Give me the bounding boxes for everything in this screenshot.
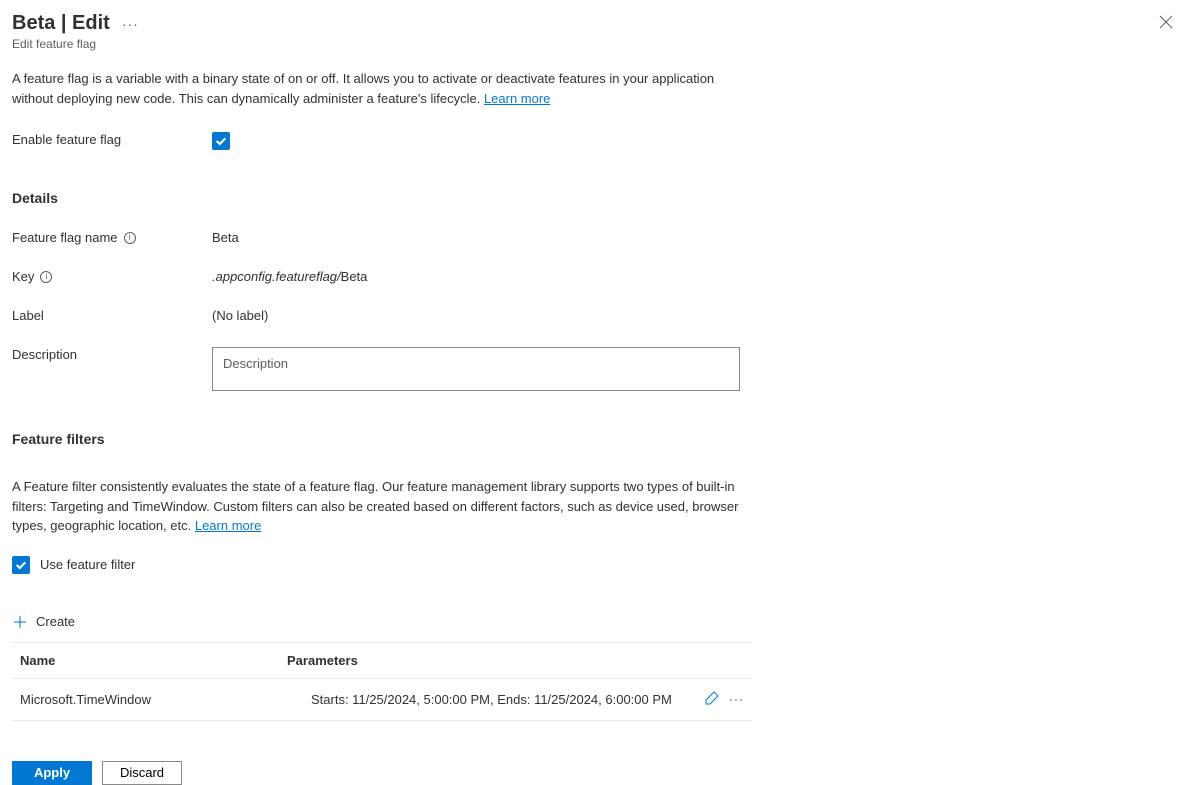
col-params-header: Parameters xyxy=(287,653,692,668)
table-header: Name Parameters xyxy=(12,642,752,679)
plus-icon xyxy=(12,614,28,630)
description-label: Description xyxy=(12,347,77,362)
flag-name-label: Feature flag name xyxy=(12,230,118,245)
row-more-icon[interactable]: ··· xyxy=(729,692,744,706)
filters-intro-body: A Feature filter consistently evaluates … xyxy=(12,479,738,533)
details-heading: Details xyxy=(12,190,1180,206)
key-suffix: Beta xyxy=(341,269,368,284)
apply-button[interactable]: Apply xyxy=(12,761,92,785)
page-subtitle: Edit feature flag xyxy=(12,37,1180,51)
flag-name-value: Beta xyxy=(212,230,239,245)
learn-more-link[interactable]: Learn more xyxy=(484,91,550,106)
enable-flag-label: Enable feature flag xyxy=(12,132,212,147)
filters-table: Name Parameters Microsoft.TimeWindow Sta… xyxy=(12,642,752,721)
more-icon[interactable]: ··· xyxy=(122,16,139,32)
edit-icon[interactable] xyxy=(705,691,719,708)
close-icon[interactable] xyxy=(1156,12,1176,32)
filter-row-params: Starts: 11/25/2024, 5:00:00 PM, Ends: 11… xyxy=(287,692,692,707)
page-title: Beta | Edit xyxy=(12,12,110,35)
create-filter-label: Create xyxy=(36,614,75,629)
description-input[interactable] xyxy=(212,347,740,391)
filters-intro: A Feature filter consistently evaluates … xyxy=(12,477,752,536)
label-value: (No label) xyxy=(212,308,268,323)
col-name-header: Name xyxy=(12,653,287,668)
label-label: Label xyxy=(12,308,44,323)
filter-row-name: Microsoft.TimeWindow xyxy=(12,692,287,707)
discard-button[interactable]: Discard xyxy=(102,761,182,785)
intro-text: A feature flag is a variable with a bina… xyxy=(12,69,752,108)
info-icon[interactable]: i xyxy=(40,271,52,283)
create-filter-button[interactable]: Create xyxy=(12,614,1180,630)
enable-flag-checkbox[interactable] xyxy=(212,132,230,150)
use-feature-filter-label: Use feature filter xyxy=(40,557,135,572)
key-value: .appconfig.featureflag/Beta xyxy=(212,269,367,284)
filters-learn-more-link[interactable]: Learn more xyxy=(195,518,261,533)
intro-body: A feature flag is a variable with a bina… xyxy=(12,71,714,106)
key-label: Key xyxy=(12,269,34,284)
table-row: Microsoft.TimeWindow Starts: 11/25/2024,… xyxy=(12,679,752,721)
info-icon[interactable]: i xyxy=(124,232,136,244)
key-prefix: .appconfig.featureflag/ xyxy=(212,269,341,284)
use-feature-filter-checkbox[interactable] xyxy=(12,556,30,574)
filters-heading: Feature filters xyxy=(12,431,1180,447)
